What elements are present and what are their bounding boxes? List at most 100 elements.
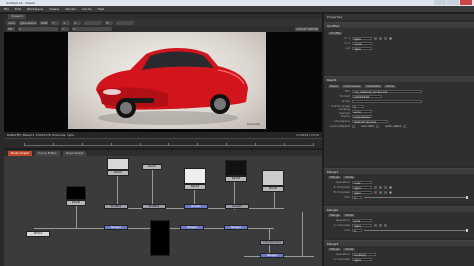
node-grade1[interactable]: Grade1 bbox=[184, 204, 208, 209]
tab-colorspace[interactable]: Colorspace bbox=[341, 84, 363, 88]
node-thumbnail bbox=[225, 160, 247, 176]
input-b-value[interactable]: - bbox=[116, 20, 135, 25]
tab-node[interactable]: Node bbox=[343, 175, 356, 179]
b-channels-select[interactable]: rgba bbox=[352, 190, 372, 194]
minimize-button[interactable] bbox=[434, 0, 446, 5]
display-mode-select[interactable]: RGB bbox=[39, 20, 49, 25]
operation-select[interactable]: plus bbox=[352, 218, 372, 222]
panel-header[interactable]: Merge1 bbox=[324, 169, 474, 174]
fstop-field[interactable]: f/8 bbox=[7, 27, 15, 31]
proxy-field[interactable] bbox=[352, 99, 422, 103]
format-select[interactable]: 1024x576 bbox=[352, 94, 382, 98]
in2-select[interactable]: none bbox=[352, 41, 372, 45]
tab-node[interactable]: Node bbox=[343, 213, 356, 217]
node-read1[interactable]: Read1 bbox=[107, 170, 129, 176]
panel-merge2: Merge2 Merge Node operation plus A channe… bbox=[324, 206, 474, 238]
panel-header[interactable]: Merge2 bbox=[324, 207, 474, 212]
menu-edit[interactable]: Edit bbox=[15, 7, 21, 11]
node-read6[interactable]: Read6 bbox=[66, 200, 86, 206]
gamma-toggle[interactable]: Y bbox=[61, 27, 69, 31]
panel-title: Shuffle1 bbox=[327, 23, 340, 28]
tab-shuffle[interactable]: Shuffle bbox=[328, 31, 343, 35]
tab-dope-sheet[interactable]: Dope Sheet bbox=[62, 150, 87, 156]
panel-header[interactable]: Read1 bbox=[324, 77, 474, 82]
tab-node[interactable]: Node bbox=[343, 247, 356, 251]
mix-slider[interactable] bbox=[364, 228, 468, 232]
zoom-select[interactable]: 1 bbox=[62, 20, 71, 25]
channel-select[interactable]: rgba bbox=[7, 20, 16, 25]
gamma-field[interactable]: 1 bbox=[72, 27, 112, 31]
input-a-value[interactable]: - bbox=[84, 20, 103, 25]
luma-toggle[interactable]: Y bbox=[51, 20, 60, 25]
frame-mode-select[interactable]: expression bbox=[352, 114, 372, 118]
input-a-select[interactable]: A bbox=[73, 20, 82, 25]
node-shuffle1[interactable]: Shuffle1 bbox=[104, 204, 128, 209]
mix-field[interactable]: 1 bbox=[352, 195, 362, 199]
a-channels-select[interactable]: rgba bbox=[352, 257, 372, 261]
viewer-info: RGBA(FP) 3Read:1 1024x576 channels: rgba bbox=[7, 133, 74, 137]
node-read4[interactable]: Read4 bbox=[225, 176, 247, 182]
panel-header[interactable]: Shuffle1 bbox=[324, 23, 474, 28]
node-merge3[interactable]: Merge3 bbox=[224, 225, 248, 230]
window-controls bbox=[434, 0, 472, 5]
alpha-channel-select[interactable]: rgba.alpha bbox=[18, 20, 37, 25]
node-merge1[interactable]: Merge1 bbox=[104, 225, 128, 230]
properties-title: Properties bbox=[327, 15, 343, 19]
timeline[interactable] bbox=[4, 138, 322, 148]
operation-select[interactable]: multiply bbox=[352, 252, 376, 256]
node-merge2[interactable]: Merge2 bbox=[180, 225, 204, 230]
timeline-ruler[interactable] bbox=[24, 141, 314, 146]
maximize-button[interactable] bbox=[447, 0, 459, 5]
frame-range-field[interactable]: 1 bbox=[352, 104, 364, 108]
node-graph-canvas[interactable]: Read1 Read2 Read3 Read4 Read5 Read6 Shuf… bbox=[4, 156, 322, 266]
node-read3[interactable]: Read3 bbox=[184, 184, 206, 190]
menu-file[interactable]: File bbox=[4, 7, 9, 11]
input-b-select[interactable]: B bbox=[105, 20, 114, 25]
node-merge4[interactable]: Merge4 bbox=[260, 253, 284, 258]
tab-merge[interactable]: Merge bbox=[328, 213, 342, 217]
field-label: format bbox=[339, 94, 350, 98]
node-shuffle2[interactable]: Shuffle2 bbox=[142, 204, 166, 209]
node-color-correct1[interactable]: ColorCorrect1 bbox=[260, 240, 284, 245]
colorspace-select[interactable]: default (linear) bbox=[352, 119, 388, 123]
file-field[interactable]: car_default_render.exr bbox=[352, 89, 422, 93]
tab-merge[interactable]: Merge bbox=[328, 175, 342, 179]
raw-data-checkbox[interactable] bbox=[376, 124, 380, 128]
tab-curve-editor[interactable]: Curve Editor bbox=[35, 150, 60, 156]
node-thumbnail bbox=[184, 168, 206, 184]
close-button[interactable] bbox=[460, 0, 472, 5]
tab-metadata[interactable]: Metadata bbox=[364, 84, 383, 88]
out-select[interactable]: rgba bbox=[352, 46, 372, 50]
in1-select[interactable]: rgba bbox=[352, 36, 372, 40]
node-grade2[interactable]: Grade2 bbox=[225, 204, 249, 209]
node-read5[interactable]: Read5 bbox=[262, 186, 284, 192]
menu-workspace[interactable]: Workspace bbox=[27, 7, 43, 11]
node-write1[interactable]: Write1 bbox=[26, 231, 50, 237]
auto-alpha-checkbox[interactable] bbox=[403, 124, 407, 128]
viewer-lut-select[interactable]: default (sRGB) bbox=[295, 27, 319, 31]
missing-frames-select[interactable]: error bbox=[352, 109, 372, 113]
panel-header[interactable]: Merge3 bbox=[324, 241, 474, 246]
field-label: frame bbox=[341, 114, 350, 118]
a-channels-select[interactable]: rgba bbox=[352, 185, 372, 189]
gain-field[interactable]: 1 bbox=[18, 27, 58, 31]
tab-read[interactable]: Read bbox=[328, 84, 340, 88]
menu-viewer[interactable]: Viewer bbox=[49, 7, 59, 11]
mix-slider[interactable] bbox=[364, 195, 468, 199]
tab-merge[interactable]: Merge bbox=[328, 247, 342, 251]
premultiplied-checkbox[interactable] bbox=[352, 124, 355, 128]
panel-read1: Read1 Read Colorspace Metadata Node file… bbox=[324, 76, 474, 166]
tab-node[interactable]: Node bbox=[384, 84, 397, 88]
properties-bin: Shuffle1 Shuffle in 1 rgba in 2 none out rg… bbox=[324, 20, 474, 266]
menu-help[interactable]: Help bbox=[97, 7, 104, 11]
operation-select[interactable]: over bbox=[352, 180, 372, 184]
menu-cache[interactable]: Cache bbox=[82, 7, 91, 11]
menu-render[interactable]: Render bbox=[65, 7, 76, 11]
node-read2[interactable]: Read2 bbox=[142, 164, 162, 170]
mix-field[interactable]: 1 bbox=[352, 228, 362, 232]
field-label: proxy bbox=[341, 99, 350, 103]
panel-shuffle1: Shuffle1 Shuffle in 1 rgba in 2 none out rg… bbox=[324, 22, 474, 74]
a-channels-select[interactable]: rgba bbox=[352, 223, 372, 227]
field-label: in 1 bbox=[344, 36, 350, 40]
tab-node-graph[interactable]: Node Graph bbox=[8, 150, 32, 156]
